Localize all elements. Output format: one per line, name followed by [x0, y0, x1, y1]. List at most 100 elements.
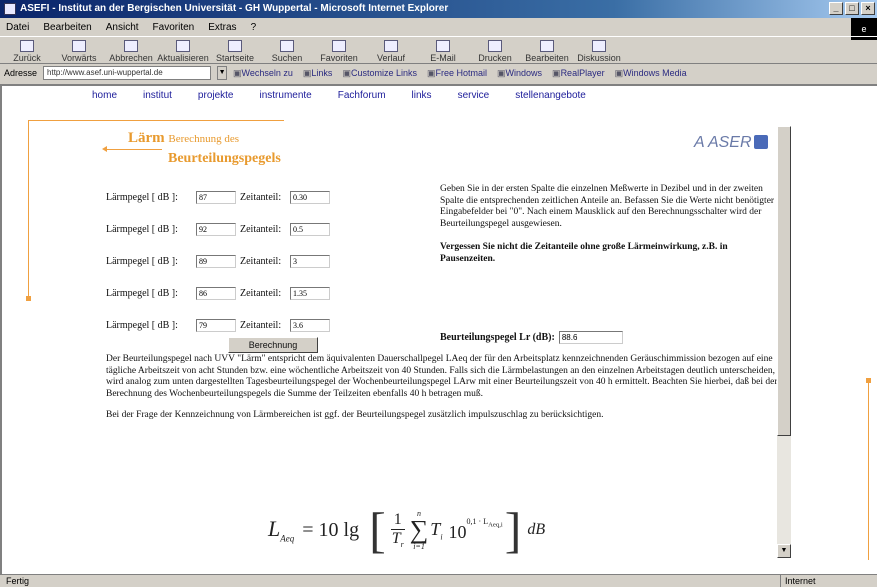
minimize-button[interactable]: _: [829, 2, 843, 15]
link-windows-media[interactable]: Windows Media: [615, 68, 687, 79]
time-label: Zeitanteil:: [240, 223, 282, 235]
link-go[interactable]: Wechseln zu: [233, 68, 293, 79]
formula-equals: = 10 lg: [302, 518, 360, 541]
browser-toolbar: Zurück Vorwärts Abbrechen Aktualisieren …: [0, 36, 877, 64]
address-input[interactable]: http://www.asef.uni-wuppertal.de: [43, 66, 212, 80]
nav-service[interactable]: service: [458, 90, 490, 101]
back-icon: [20, 40, 34, 52]
site-navigation: home institut projekte instrumente Fachf…: [92, 90, 586, 101]
formula-term: Ti: [430, 518, 443, 542]
formula-lhs: LAeq: [268, 516, 295, 544]
discuss-icon: [592, 40, 606, 52]
forward-button[interactable]: Vorwärts: [56, 40, 102, 63]
logo-badge-icon: [753, 135, 768, 149]
level-input-3[interactable]: [196, 254, 236, 268]
refresh-button[interactable]: Aktualisieren: [157, 40, 209, 63]
time-label: Zeitanteil:: [240, 255, 282, 267]
time-label: Zeitanteil:: [240, 319, 282, 331]
result-row: Beurteilungspegel Lr (dB):: [440, 331, 623, 344]
favorites-icon: [332, 40, 346, 52]
calculate-button[interactable]: Berechnung: [228, 337, 318, 353]
aser-logo: A ASER: [694, 134, 768, 152]
bracket-open: [: [369, 502, 386, 558]
scrollbar-thumb[interactable]: [777, 126, 791, 436]
history-icon: [384, 40, 398, 52]
nav-instrumente[interactable]: instrumente: [260, 90, 312, 101]
maximize-button[interactable]: □: [845, 2, 859, 15]
nav-stellenangebote[interactable]: stellenangebote: [515, 90, 586, 101]
print-icon: [488, 40, 502, 52]
level-input-4[interactable]: [196, 286, 236, 300]
explanation-paragraph-1: Der Beurteilungspegel nach UVV "Lärm" en…: [106, 354, 778, 399]
time-input-3[interactable]: [290, 254, 330, 268]
help-instructions: Geben Sie in der ersten Spalte die einze…: [440, 184, 775, 229]
decor-line-left: [28, 120, 29, 298]
time-input-2[interactable]: [290, 222, 330, 236]
address-dropdown-icon[interactable]: ▼: [217, 66, 228, 80]
time-input-1[interactable]: [290, 190, 330, 204]
decor-dot-right: [866, 378, 871, 383]
menu-bar: Datei Bearbeiten Ansicht Favoriten Extra…: [0, 18, 877, 36]
favorites-button[interactable]: Favoriten: [316, 40, 362, 63]
refresh-icon: [176, 40, 190, 52]
links-bar: Wechseln zu Links Customize Links Free H…: [233, 68, 687, 79]
window-controls: _ □ ×: [829, 2, 875, 15]
calc-form: Lärmpegel [ dB ]: Zeitanteil: Lärmpegel …: [106, 181, 330, 353]
menu-tools[interactable]: Extras: [208, 22, 236, 33]
title-subtitle: Beurteilungspegels: [168, 151, 281, 166]
time-input-5[interactable]: [290, 318, 330, 332]
scroll-down-icon[interactable]: ▼: [777, 544, 791, 558]
stop-button[interactable]: Abbrechen: [108, 40, 154, 63]
result-field[interactable]: [558, 331, 623, 344]
level-label: Lärmpegel [ dB ]:: [106, 319, 178, 331]
edit-button[interactable]: Bearbeiten: [524, 40, 570, 63]
window-title: ASEFI - Institut an der Bergischen Unive…: [20, 3, 449, 14]
nav-institut[interactable]: institut: [143, 90, 172, 101]
level-label: Lärmpegel [ dB ]:: [106, 223, 178, 235]
search-button[interactable]: Suchen: [264, 40, 310, 63]
link-realplayer[interactable]: RealPlayer: [552, 68, 605, 79]
nav-links[interactable]: links: [412, 90, 432, 101]
menu-edit[interactable]: Bearbeiten: [43, 22, 91, 33]
nav-fachforum[interactable]: Fachforum: [338, 90, 386, 101]
print-button[interactable]: Drucken: [472, 40, 518, 63]
link-customize[interactable]: Customize Links: [342, 68, 417, 79]
status-text: Fertig: [6, 576, 30, 586]
menu-help[interactable]: ?: [251, 22, 257, 33]
help-text: Geben Sie in der ersten Spalte die einze…: [440, 184, 776, 265]
search-icon: [280, 40, 294, 52]
home-icon: [228, 40, 242, 52]
browser-viewport: home institut projekte instrumente Fachf…: [0, 84, 877, 574]
discuss-button[interactable]: Diskussion: [576, 40, 622, 63]
level-label: Lärmpegel [ dB ]:: [106, 287, 178, 299]
formula: LAeq = 10 lg [ 1 Tr n ∑ i=1 Ti 100,1 · L…: [268, 504, 545, 556]
vertical-scrollbar[interactable]: ▼: [777, 126, 791, 558]
home-button[interactable]: Startseite: [212, 40, 258, 63]
level-label: Lärmpegel [ dB ]:: [106, 255, 178, 267]
close-button[interactable]: ×: [861, 2, 875, 15]
link-links[interactable]: Links: [303, 68, 332, 79]
explanation-paragraph-2: Bei der Frage der Kennzeichnung von Lärm…: [106, 410, 604, 421]
formula-fraction: 1 Tr: [390, 510, 405, 550]
status-zone: Internet: [780, 575, 816, 587]
level-input-2[interactable]: [196, 222, 236, 236]
level-input-5[interactable]: [196, 318, 236, 332]
level-input-1[interactable]: [196, 190, 236, 204]
menu-file[interactable]: Datei: [6, 22, 29, 33]
nav-home[interactable]: home: [92, 90, 117, 101]
edit-icon: [540, 40, 554, 52]
address-bar: Adresse http://www.asef.uni-wuppertal.de…: [0, 64, 877, 82]
mail-button[interactable]: E-Mail: [420, 40, 466, 63]
stop-icon: [124, 40, 138, 52]
back-button[interactable]: Zurück: [4, 40, 50, 63]
nav-projekte[interactable]: projekte: [198, 90, 234, 101]
link-hotmail[interactable]: Free Hotmail: [427, 68, 488, 79]
explanation: Der Beurteilungspegel nach UVV "Lärm" en…: [106, 354, 778, 422]
history-button[interactable]: Verlauf: [368, 40, 414, 63]
time-label: Zeitanteil:: [240, 287, 282, 299]
menu-view[interactable]: Ansicht: [106, 22, 139, 33]
time-input-4[interactable]: [290, 286, 330, 300]
menu-favorites[interactable]: Favoriten: [153, 22, 195, 33]
mail-icon: [436, 40, 450, 52]
link-windows[interactable]: Windows: [497, 68, 543, 79]
